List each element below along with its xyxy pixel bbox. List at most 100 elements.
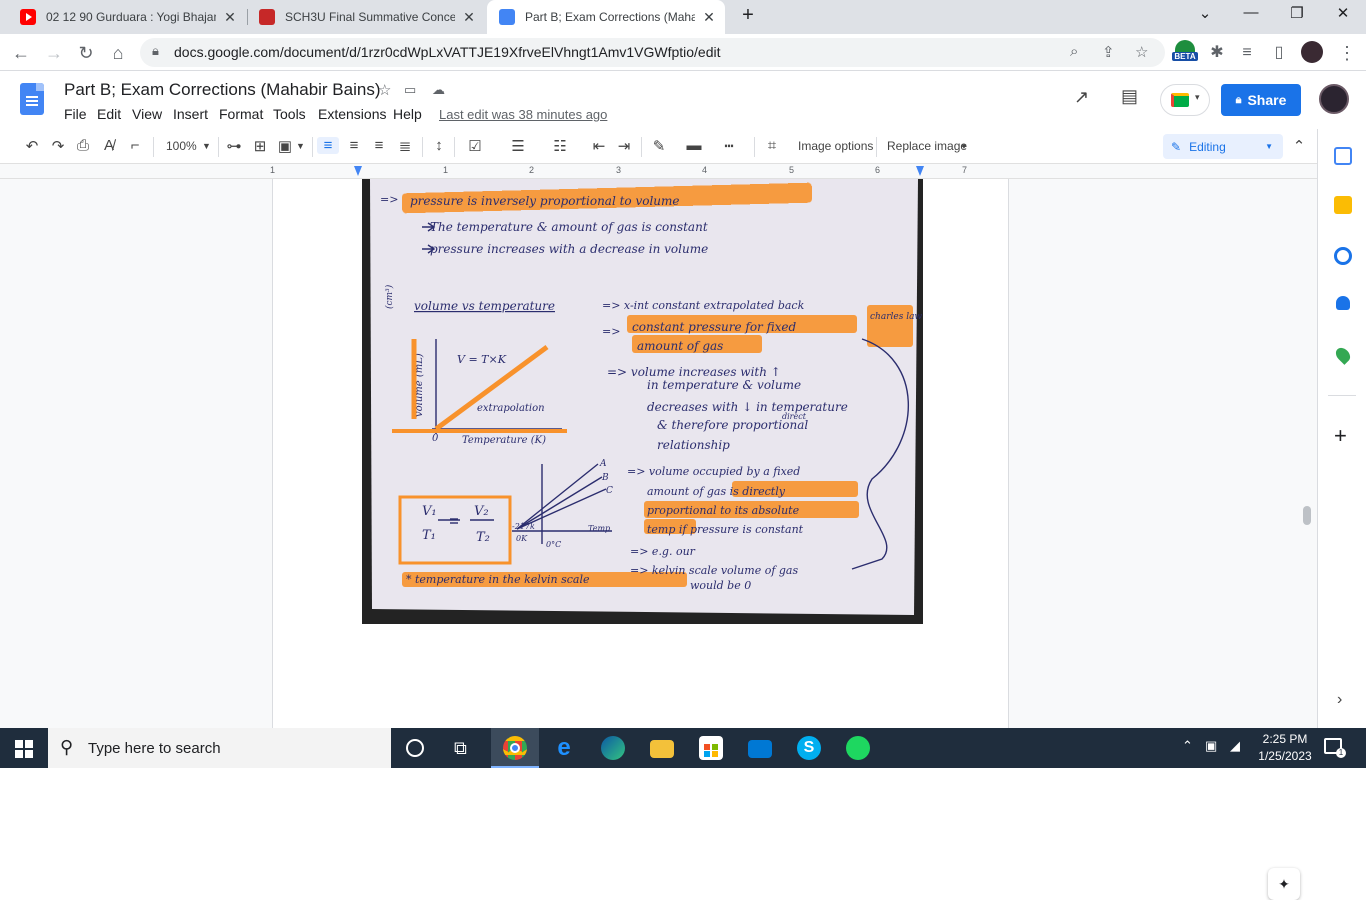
contacts-icon[interactable] <box>1336 296 1350 310</box>
bookmark-star-icon[interactable]: ☆ <box>1135 43 1148 61</box>
edge-icon[interactable] <box>601 736 625 760</box>
star-icon[interactable]: ☆ <box>378 81 391 99</box>
spellcheck-icon[interactable]: A̸ <box>98 137 120 154</box>
chevron-down-icon[interactable]: ▼ <box>296 141 305 151</box>
side-panel-icon[interactable]: ▯ <box>1266 40 1292 66</box>
tab-search-icon[interactable]: ⌄ <box>1190 4 1220 22</box>
add-addon-icon[interactable]: + <box>1334 423 1347 449</box>
extensions-icon[interactable]: ✱ <box>1204 40 1230 66</box>
redo-icon[interactable]: ↷ <box>47 137 69 155</box>
store-icon[interactable] <box>699 736 723 760</box>
menu-extensions[interactable]: Extensions <box>318 106 386 122</box>
close-icon[interactable]: ✕ <box>701 9 717 26</box>
document-title[interactable]: Part B; Exam Corrections (Mahabir Bains) <box>64 80 381 100</box>
network-icon[interactable]: ▣ <box>1205 738 1217 754</box>
link-icon[interactable]: ⊶ <box>223 137 245 155</box>
activity-trend-icon[interactable]: ↗ <box>1074 87 1089 108</box>
menu-help[interactable]: Help <box>393 106 422 122</box>
profile-avatar[interactable] <box>1301 41 1323 63</box>
show-hidden-icons-icon[interactable]: ⌃ <box>1182 738 1193 754</box>
numbered-list-icon[interactable]: ☷ <box>549 137 571 155</box>
line-spacing-icon[interactable]: ↕ <box>428 137 450 154</box>
handwritten-notes-image[interactable]: => pressure is inversely proportional to… <box>362 179 923 624</box>
tasks-icon[interactable] <box>1334 247 1352 265</box>
right-indent-marker[interactable] <box>916 166 924 176</box>
image-options-button[interactable]: Image options <box>798 139 873 153</box>
insert-image-icon[interactable]: ▣ <box>274 137 296 155</box>
close-icon[interactable]: ✕ <box>222 9 238 26</box>
skype-icon[interactable]: S <box>797 736 821 760</box>
checklist-icon[interactable]: ☑ <box>464 137 486 155</box>
border-dash-icon[interactable]: ┅ <box>718 137 740 155</box>
document-page[interactable]: => pressure is inversely proportional to… <box>272 179 1009 728</box>
ruler[interactable]: 1 1 2 3 4 5 6 7 <box>0 164 1317 179</box>
task-view-icon[interactable]: ⧉ <box>454 738 467 759</box>
maps-icon[interactable] <box>1333 345 1353 365</box>
ie-icon[interactable]: e <box>552 736 576 760</box>
zoom-icon[interactable]: ⌕ <box>1070 43 1078 60</box>
cortana-icon[interactable] <box>406 739 424 757</box>
home-icon[interactable]: ⌂ <box>105 40 131 66</box>
last-edit-link[interactable]: Last edit was 38 minutes ago <box>439 107 607 122</box>
mail-icon[interactable] <box>748 740 772 758</box>
chrome-menu-icon[interactable]: ⋮ <box>1334 40 1360 66</box>
close-window-icon[interactable]: ✕ <box>1328 4 1358 22</box>
comments-icon[interactable]: ▤ <box>1121 86 1138 107</box>
paint-format-icon[interactable]: ⌐ <box>124 137 146 154</box>
crop-icon[interactable]: ⌗ <box>761 137 783 154</box>
menu-format[interactable]: Format <box>219 106 263 122</box>
border-color-icon[interactable]: ✎ <box>648 137 670 155</box>
chevron-down-icon[interactable]: ▼ <box>960 142 968 151</box>
share-page-icon[interactable]: ⇪ <box>1102 43 1115 61</box>
editing-mode-select[interactable]: ✎ Editing ▼ <box>1163 134 1283 159</box>
collapse-menus-icon[interactable]: ⌃ <box>1288 137 1310 155</box>
decrease-indent-icon[interactable]: ⇤ <box>588 137 610 155</box>
calendar-icon[interactable] <box>1334 147 1352 165</box>
spotify-icon[interactable] <box>846 736 870 760</box>
address-bar[interactable]: 🔒︎ docs.google.com/document/d/1rzr0cdWpL… <box>140 38 1165 67</box>
new-tab-button[interactable]: + <box>733 4 763 27</box>
url-text[interactable]: docs.google.com/document/d/1rzr0cdWpLxVA… <box>174 44 721 60</box>
left-indent-marker[interactable] <box>354 166 362 176</box>
extension-beta-icon[interactable]: BETA <box>1172 38 1198 66</box>
notifications-icon[interactable]: 1 <box>1324 738 1346 758</box>
minimize-icon[interactable]: — <box>1236 4 1266 21</box>
menu-tools[interactable]: Tools <box>273 106 306 122</box>
reload-icon[interactable]: ↻ <box>73 40 99 66</box>
taskbar-chrome[interactable] <box>491 728 539 768</box>
tab-docs[interactable]: Part B; Exam Corrections (Mahabi ✕ <box>487 0 725 34</box>
tab-brightspace[interactable]: SCH3U Final Summative Concept ✕ <box>247 0 485 34</box>
meet-button[interactable]: ▾ <box>1160 84 1210 116</box>
chevron-down-icon[interactable]: ▼ <box>202 141 211 151</box>
align-left-icon[interactable]: ≡ <box>317 137 339 154</box>
back-icon[interactable]: ← <box>8 40 34 66</box>
expand-panel-icon[interactable]: › <box>1337 691 1342 709</box>
comment-add-icon[interactable]: ⊞ <box>249 137 271 155</box>
tab-youtube[interactable]: 02 12 90 Gurduara : Yogi Bhajan | ✕ <box>8 0 246 34</box>
menu-view[interactable]: View <box>132 106 162 122</box>
keep-icon[interactable] <box>1334 196 1352 214</box>
align-center-icon[interactable]: ≡ <box>343 137 365 154</box>
menu-edit[interactable]: Edit <box>97 106 121 122</box>
print-icon[interactable]: ⎙ <box>72 137 94 154</box>
undo-icon[interactable]: ↶ <box>21 137 43 155</box>
account-avatar[interactable] <box>1319 84 1349 114</box>
move-folder-icon[interactable]: ▭ <box>404 82 416 98</box>
menu-insert[interactable]: Insert <box>173 106 208 122</box>
file-explorer-icon[interactable] <box>650 740 674 758</box>
menu-file[interactable]: File <box>64 106 87 122</box>
restore-icon[interactable]: ❐ <box>1282 4 1312 22</box>
zoom-select[interactable]: 100% <box>166 139 197 153</box>
align-right-icon[interactable]: ≡ <box>368 137 390 154</box>
explore-sparkle-icon[interactable]: ✦ <box>1268 868 1300 900</box>
reading-list-icon[interactable]: ≡ <box>1234 40 1260 66</box>
bulleted-list-icon[interactable]: ☰ <box>507 137 529 155</box>
system-clock[interactable]: 2:25 PM 1/25/2023 <box>1250 731 1320 765</box>
volume-icon[interactable]: ◢ <box>1230 738 1240 754</box>
scrollbar-thumb[interactable] <box>1303 506 1311 525</box>
docs-home-icon[interactable] <box>20 83 44 115</box>
justify-icon[interactable]: ≣ <box>394 137 416 155</box>
cloud-status-icon[interactable]: ☁︎ <box>432 82 445 98</box>
windows-start-icon[interactable] <box>15 740 33 758</box>
taskbar-search[interactable]: ⚲ Type here to search <box>48 728 391 768</box>
